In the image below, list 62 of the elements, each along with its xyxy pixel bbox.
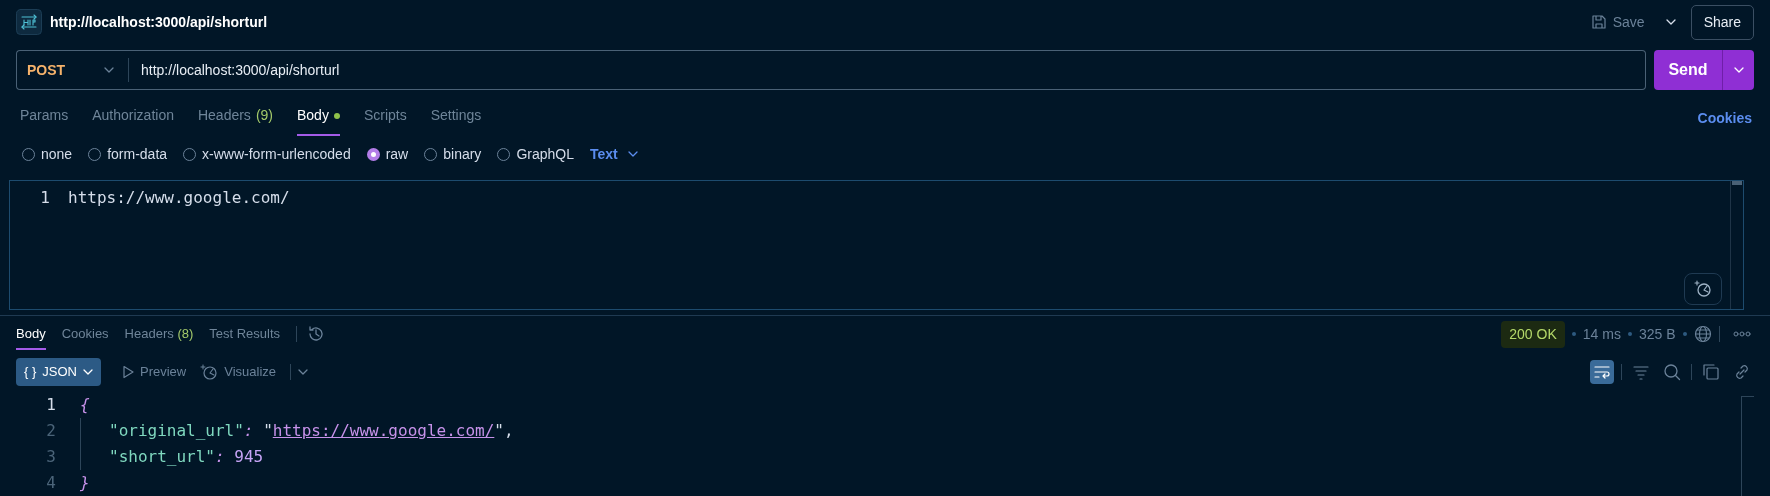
preview-button[interactable]: Preview bbox=[121, 362, 187, 382]
response-tab[interactable]: Body bbox=[16, 318, 46, 350]
request-tab[interactable]: Settings bbox=[430, 95, 482, 136]
code-line: } bbox=[79, 472, 90, 494]
response-time: 14 ms bbox=[1582, 324, 1621, 344]
send-options-button[interactable] bbox=[1722, 50, 1754, 90]
line-number: 1 bbox=[39, 186, 51, 209]
cookies-link[interactable]: Cookies bbox=[1697, 108, 1752, 129]
body-type-radio[interactable]: binary bbox=[424, 143, 482, 165]
copy-icon bbox=[1702, 363, 1720, 381]
scrollbar[interactable] bbox=[1730, 181, 1744, 309]
scrollbar[interactable] bbox=[1741, 396, 1754, 496]
status-badge: 200 OK bbox=[1501, 320, 1565, 348]
more-icon bbox=[1733, 331, 1751, 337]
body-type-radio[interactable]: none bbox=[22, 143, 73, 165]
globe-icon[interactable] bbox=[1693, 325, 1712, 343]
line-number: 4 bbox=[45, 472, 57, 494]
visualize-button[interactable] bbox=[1684, 273, 1722, 305]
search-icon bbox=[1663, 363, 1681, 381]
request-title: http://localhost:3000/api/shorturl bbox=[50, 12, 268, 32]
wrap-icon bbox=[1593, 363, 1611, 381]
more-button[interactable] bbox=[1730, 328, 1754, 340]
line-number: 2 bbox=[45, 420, 57, 442]
response-size: 325 B bbox=[1638, 324, 1676, 344]
filter-icon bbox=[1632, 363, 1650, 381]
request-tab[interactable]: Params bbox=[20, 95, 69, 136]
body-type-radio[interactable]: x-www-form-urlencoded bbox=[183, 143, 351, 165]
request-tab[interactable]: Headers (9) bbox=[197, 95, 273, 136]
view-dropdown[interactable]: { } JSON bbox=[16, 358, 101, 386]
chevron-down-icon bbox=[1665, 19, 1676, 25]
play-icon bbox=[121, 365, 134, 379]
code-line: { bbox=[79, 394, 90, 416]
visualize-tab[interactable]: Visualize bbox=[200, 362, 276, 382]
response-tab[interactable]: Test Results bbox=[209, 318, 281, 350]
response-tab[interactable]: Cookies bbox=[61, 318, 109, 350]
save-icon bbox=[1590, 14, 1607, 30]
code-line: "original_url": "https://www.google.com/", bbox=[80, 418, 514, 444]
chevron-down-icon bbox=[627, 151, 638, 157]
line-number: 1 bbox=[45, 394, 57, 416]
sparkle-chart-icon bbox=[200, 363, 219, 381]
link-icon bbox=[1733, 363, 1751, 381]
chevron-down-icon bbox=[1733, 67, 1744, 73]
line-number: 3 bbox=[45, 446, 57, 468]
save-button[interactable]: Save bbox=[1584, 7, 1651, 37]
format-dropdown[interactable]: Text bbox=[589, 143, 638, 165]
request-tab[interactable]: Scripts bbox=[363, 95, 407, 136]
wrap-lines-button[interactable] bbox=[1590, 360, 1614, 384]
response-tab[interactable]: Headers (8) bbox=[124, 318, 194, 350]
share-button[interactable]: Share bbox=[1690, 4, 1754, 40]
history-icon bbox=[307, 325, 326, 343]
body-type-radio[interactable]: raw bbox=[366, 143, 409, 165]
http-icon bbox=[16, 9, 42, 35]
code-line: https://www.google.com/ bbox=[68, 186, 290, 209]
chevron-down-icon bbox=[298, 369, 308, 375]
send-button[interactable]: Send bbox=[1654, 50, 1722, 90]
sparkle-chart-icon bbox=[1693, 279, 1713, 299]
request-tab[interactable]: Body bbox=[297, 95, 340, 136]
code-line: "short_url": 945 bbox=[80, 444, 264, 470]
body-type-radio[interactable]: GraphQL bbox=[497, 143, 574, 165]
request-tab[interactable]: Authorization bbox=[92, 95, 174, 136]
body-type-radio[interactable]: form-data bbox=[88, 143, 168, 165]
chevron-down-icon bbox=[82, 369, 93, 375]
